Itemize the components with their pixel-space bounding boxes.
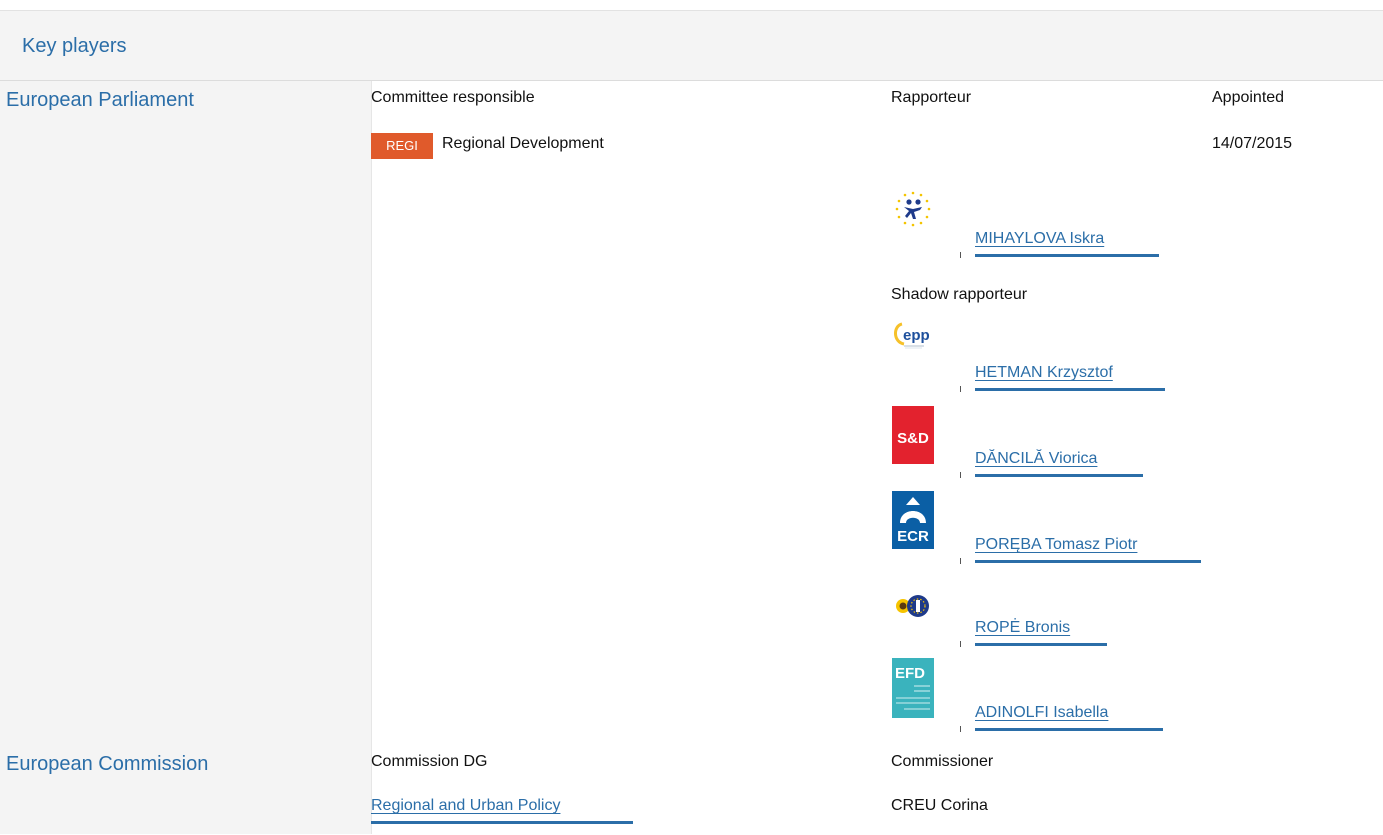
link-underline — [975, 728, 1163, 731]
shadow-rapporteur-link[interactable]: DĂNCILĂ Viorica — [975, 450, 1097, 468]
sd-logo-icon: S&D — [892, 406, 934, 464]
link-underline — [975, 643, 1107, 646]
tick-mark — [960, 252, 961, 258]
shadow-rapporteur-link[interactable]: PORĘBA Tomasz Piotr — [975, 536, 1137, 554]
link-underline — [975, 388, 1165, 391]
commissioner-heading: Commissioner — [891, 753, 994, 770]
commissioner-name: CREU Corina — [891, 797, 988, 814]
shadow-rapporteur-link[interactable]: HETMAN Krzysztof — [975, 364, 1113, 382]
institution-european-parliament: European Parliament — [6, 89, 194, 111]
link-underline — [975, 474, 1143, 477]
appointed-heading: Appointed — [1212, 89, 1285, 106]
svg-text:EFD: EFD — [895, 665, 925, 682]
rapporteur-heading: Rapporteur — [891, 89, 972, 106]
column-divider — [371, 81, 372, 834]
commission-dg-link[interactable]: Regional and Urban Policy — [371, 797, 560, 815]
institution-column — [0, 81, 371, 834]
shadow-rapporteur-heading: Shadow rapporteur — [891, 286, 1028, 303]
alde-logo-icon — [892, 189, 934, 247]
tick-mark — [960, 641, 961, 647]
committee-code-badge: REGI — [371, 133, 433, 159]
tick-mark — [960, 726, 961, 732]
epp-logo-icon: epp — [892, 320, 934, 380]
rapporteur-link[interactable]: MIHAYLOVA Iskra — [975, 230, 1104, 248]
tick-mark — [960, 558, 961, 564]
shadow-rapporteur-link[interactable]: ADINOLFI Isabella — [975, 704, 1108, 722]
svg-text:S&D: S&D — [897, 430, 929, 447]
appointed-date: 14/07/2015 — [1212, 135, 1293, 152]
commission-dg-heading: Commission DG — [371, 753, 488, 770]
ecr-logo-icon: ECR — [892, 491, 934, 549]
panel-header: Key players — [0, 11, 1383, 81]
svg-text:ECR: ECR — [897, 528, 929, 545]
efdd-logo-icon: EFD — [892, 658, 934, 718]
tick-mark — [960, 386, 961, 392]
shadow-rapporteur-link[interactable]: ROPĖ Bronis — [975, 619, 1070, 637]
greens-efa-logo-icon — [892, 585, 934, 627]
svg-text:epp: epp — [903, 327, 930, 344]
link-underline — [975, 254, 1159, 257]
link-underline — [975, 560, 1201, 563]
link-underline — [371, 821, 633, 824]
tick-mark — [960, 472, 961, 478]
panel-title: Key players — [22, 35, 127, 57]
committee-name: Regional Development — [442, 135, 604, 152]
institution-european-commission: European Commission — [6, 753, 209, 775]
committee-responsible-heading: Committee responsible — [371, 89, 535, 106]
